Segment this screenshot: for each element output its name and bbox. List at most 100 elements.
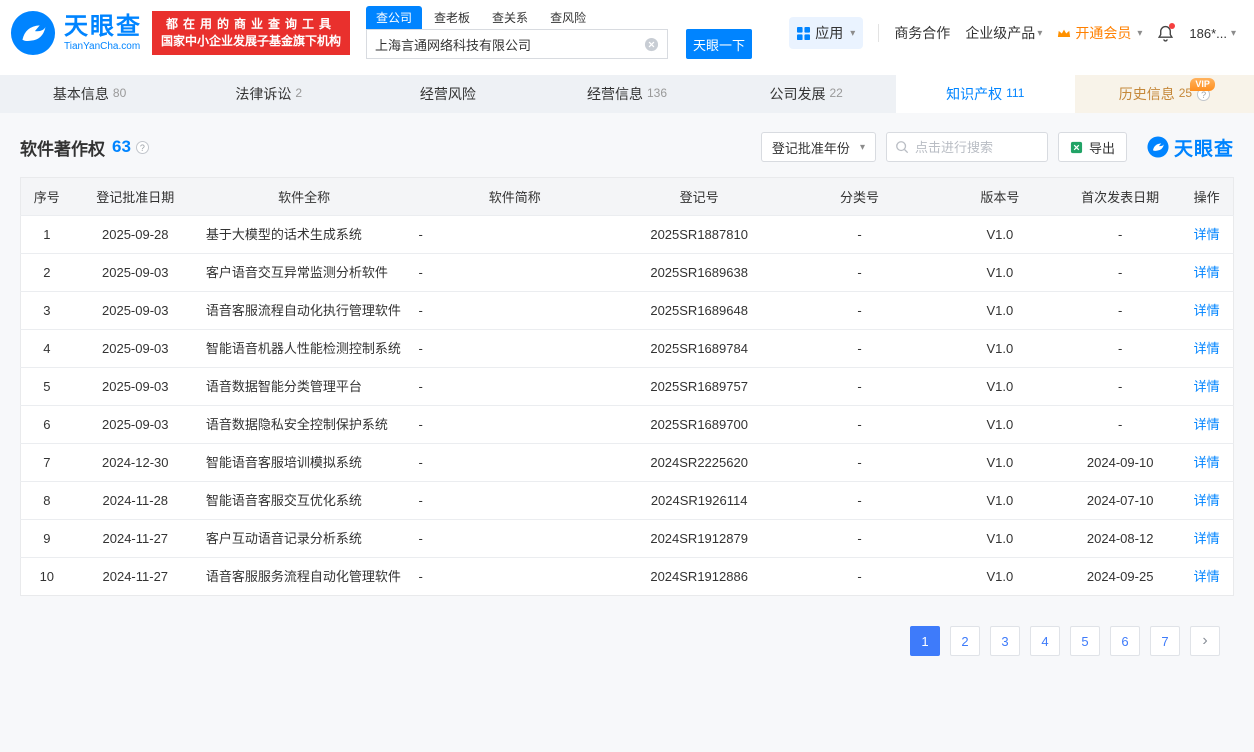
company-tab[interactable]: 公司发展22	[717, 75, 896, 113]
table-cell: 智能语音客服交互优化系统	[198, 482, 411, 520]
page-button[interactable]: 5	[1070, 626, 1100, 656]
company-tab-label: 经营风险	[420, 84, 476, 104]
table-search-box[interactable]	[886, 132, 1048, 162]
search-type-tab[interactable]: 查老板	[424, 6, 480, 29]
next-page-button[interactable]: ›	[1190, 626, 1220, 656]
company-tab[interactable]: 知识产权111	[896, 75, 1075, 113]
tianyancha-watermark: 天眼查	[1147, 134, 1234, 161]
detail-link[interactable]: 详情	[1194, 227, 1220, 242]
search-input[interactable]	[375, 37, 644, 52]
detail-link[interactable]: 详情	[1194, 341, 1220, 356]
table-cell: -	[779, 520, 939, 558]
detail-link[interactable]: 详情	[1194, 493, 1220, 508]
open-vip-menu[interactable]: 开通会员 ▾	[1057, 23, 1142, 43]
year-filter-label: 登记批准年份	[772, 138, 850, 157]
table-cell: 2025-09-03	[73, 368, 198, 406]
table-cell: 2025SR1887810	[619, 216, 779, 254]
help-icon[interactable]: ?	[136, 141, 149, 154]
copyright-table-body: 12025-09-28基于大模型的话术生成系统-2025SR1887810-V1…	[21, 216, 1234, 596]
table-cell: 3	[21, 292, 73, 330]
table-cell-action: 详情	[1180, 330, 1233, 368]
copyright-table: 序号登记批准日期软件全称软件简称登记号分类号版本号首次发表日期操作 12025-…	[20, 177, 1234, 596]
table-cell: 2024-08-12	[1060, 520, 1180, 558]
table-row: 42025-09-03智能语音机器人性能检测控制系统-2025SR1689784…	[21, 330, 1234, 368]
export-label: 导出	[1089, 138, 1115, 157]
page-button[interactable]: 3	[990, 626, 1020, 656]
notifications-bell[interactable]	[1157, 25, 1174, 42]
table-cell: 语音数据智能分类管理平台	[198, 368, 411, 406]
table-cell: -	[779, 406, 939, 444]
table-row: 82024-11-28智能语音客服交互优化系统-2024SR1926114-V1…	[21, 482, 1234, 520]
detail-link[interactable]: 详情	[1194, 417, 1220, 432]
table-search-input[interactable]	[915, 140, 1039, 155]
table-cell-action: 详情	[1180, 406, 1233, 444]
company-tab-label: 基本信息	[53, 84, 109, 104]
search-area: 查公司查老板查关系查风险 天眼一下	[366, 7, 752, 59]
company-tab[interactable]: 历史信息25VIP?	[1075, 75, 1254, 113]
page-button[interactable]: 1	[910, 626, 940, 656]
business-cooperation-link[interactable]: 商务合作	[894, 23, 950, 43]
company-tab-count: 2	[295, 86, 302, 100]
page-button[interactable]: 7	[1150, 626, 1180, 656]
table-cell: -	[410, 254, 619, 292]
table-cell: V1.0	[940, 444, 1060, 482]
apps-menu[interactable]: 应用 ▾	[789, 17, 863, 49]
table-cell: 2024SR1912879	[619, 520, 779, 558]
search-type-tab[interactable]: 查风险	[540, 6, 596, 29]
table-row: 32025-09-03语音客服流程自动化执行管理软件-2025SR1689648…	[21, 292, 1234, 330]
clear-icon[interactable]	[644, 37, 659, 52]
business-cooperation-label: 商务合作	[894, 23, 950, 43]
table-row: 102024-11-27语音客服服务流程自动化管理软件-2024SR191288…	[21, 558, 1234, 596]
company-tab[interactable]: 法律诉讼2	[179, 75, 358, 113]
table-cell: 4	[21, 330, 73, 368]
table-cell: -	[410, 292, 619, 330]
tianyancha-logo[interactable]: 天眼查 TianYanCha.com	[10, 10, 142, 56]
table-cell: 客户互动语音记录分析系统	[198, 520, 411, 558]
detail-link[interactable]: 详情	[1194, 265, 1220, 280]
divider	[878, 24, 879, 42]
site-header: 天眼查 TianYanCha.com 都在用的商业查询工具 国家中小企业发展子基…	[0, 0, 1254, 113]
table-cell: 客户语音交互异常监测分析软件	[198, 254, 411, 292]
company-tab-label: 知识产权	[946, 84, 1002, 104]
table-cell: -	[779, 330, 939, 368]
table-cell: 5	[21, 368, 73, 406]
page-button[interactable]: 4	[1030, 626, 1060, 656]
user-menu[interactable]: 186*... ▾	[1189, 26, 1236, 41]
topbar: 天眼查 TianYanCha.com 都在用的商业查询工具 国家中小企业发展子基…	[0, 0, 1254, 66]
detail-link[interactable]: 详情	[1194, 303, 1220, 318]
table-cell: 2024-07-10	[1060, 482, 1180, 520]
search-type-tab[interactable]: 查公司	[366, 6, 422, 29]
detail-link[interactable]: 详情	[1194, 455, 1220, 470]
table-cell: 1	[21, 216, 73, 254]
table-cell: -	[410, 444, 619, 482]
detail-link[interactable]: 详情	[1194, 569, 1220, 584]
open-vip-label: 开通会员	[1075, 23, 1131, 43]
tianyancha-logo-icon	[10, 10, 56, 56]
search-button[interactable]: 天眼一下	[686, 29, 752, 59]
detail-link[interactable]: 详情	[1194, 379, 1220, 394]
tianyancha-watermark-icon	[1147, 136, 1169, 158]
page-button[interactable]: 2	[950, 626, 980, 656]
user-phone-label: 186*...	[1189, 26, 1227, 41]
table-cell: -	[410, 216, 619, 254]
search-type-tab[interactable]: 查关系	[482, 6, 538, 29]
search-icon	[895, 140, 909, 154]
table-cell-action: 详情	[1180, 368, 1233, 406]
enterprise-products-menu[interactable]: 企业级产品 ▾	[965, 23, 1042, 43]
column-header: 版本号	[940, 178, 1060, 216]
company-tab-label: 经营信息	[587, 84, 643, 104]
table-cell: 2024-09-25	[1060, 558, 1180, 596]
company-tab[interactable]: 经营风险	[358, 75, 537, 113]
page-button[interactable]: 6	[1110, 626, 1140, 656]
table-cell: -	[1060, 216, 1180, 254]
company-tab[interactable]: 经营信息 136	[537, 75, 716, 113]
year-filter-dropdown[interactable]: 登记批准年份 ▾	[761, 132, 876, 162]
export-button[interactable]: 导出	[1058, 132, 1127, 162]
enterprise-products-label: 企业级产品	[965, 23, 1035, 43]
detail-link[interactable]: 详情	[1194, 531, 1220, 546]
company-tab[interactable]: 基本信息80	[0, 75, 179, 113]
company-tab-count: 136	[647, 86, 667, 100]
table-cell: -	[779, 292, 939, 330]
table-cell: V1.0	[940, 520, 1060, 558]
excel-icon	[1070, 141, 1083, 154]
